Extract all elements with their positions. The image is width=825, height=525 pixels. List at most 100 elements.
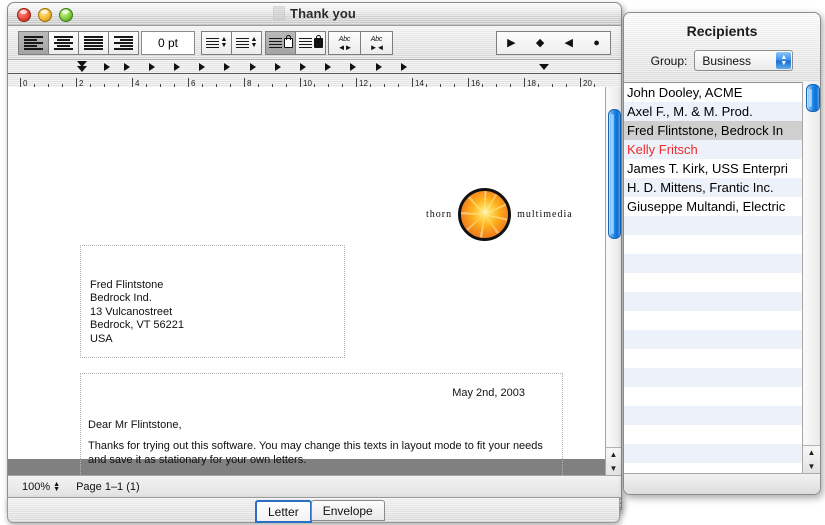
document-vertical-scrollbar[interactable]: ▲ ▼ — [605, 87, 621, 476]
ruler-tab-stop[interactable] — [199, 63, 206, 71]
tab-envelope[interactable]: Envelope — [310, 500, 385, 521]
lock-closed-icon — [298, 35, 323, 49]
ruler-right-indent[interactable] — [538, 64, 549, 70]
abc-contract-label: Abc — [370, 35, 383, 43]
recipients-scroll-arrows[interactable]: ▲ ▼ — [803, 445, 820, 474]
point-size-field[interactable]: 0 pt — [141, 31, 195, 55]
diamond-marker-icon[interactable]: ◆ — [536, 37, 544, 49]
ruler-tab-stop[interactable] — [148, 63, 155, 71]
record-dot-icon[interactable]: ● — [593, 37, 600, 49]
ruler-left-indent[interactable] — [76, 66, 87, 72]
tab-letter-label: Letter — [268, 504, 299, 519]
previous-record-icon[interactable]: ◀ — [565, 37, 573, 49]
letter-date: May 2nd, 2003 — [452, 387, 525, 399]
tab-group: Letter Envelope — [255, 500, 385, 523]
logo-right-word: multimedia — [517, 208, 573, 220]
recipients-scroll-track[interactable] — [804, 82, 820, 446]
abc-contract-button[interactable]: Abc ►◄ — [360, 31, 393, 55]
paragraph-spacing-icon: ▲ ▼ — [235, 36, 257, 49]
recipient-empty-row[interactable] — [624, 292, 802, 311]
close-button[interactable] — [17, 8, 31, 22]
recipients-header[interactable]: Recipients Group: Business ▲ ▼ — [624, 13, 820, 82]
document-canvas[interactable]: thorn multimedia Fred Flintstone Bedrock… — [8, 87, 621, 476]
ruler-tab-stop[interactable] — [104, 63, 110, 71]
address-line: USA — [90, 332, 113, 345]
zoom-button[interactable] — [59, 8, 73, 22]
align-left-button[interactable] — [18, 31, 49, 55]
recipient-empty-row[interactable] — [624, 311, 802, 330]
ruler-tab-stop[interactable] — [224, 63, 231, 71]
zoom-down-icon[interactable]: ▼ — [53, 486, 60, 493]
ruler-tab-stop[interactable] — [274, 63, 281, 71]
address-line: Bedrock, VT 56221 — [90, 319, 184, 332]
recipient-empty-row[interactable] — [624, 425, 802, 444]
document-icon — [273, 6, 286, 20]
ruler-tab-stop[interactable] — [400, 63, 407, 71]
align-justify-icon — [84, 36, 103, 50]
recipient-empty-row[interactable] — [624, 216, 802, 235]
zoom-stepper[interactable]: ▲ ▼ — [53, 481, 60, 493]
line-spacing-button[interactable]: ▲ ▼ — [201, 31, 232, 55]
ruler-tab-stop[interactable] — [300, 63, 306, 71]
align-center-button[interactable] — [48, 31, 79, 55]
align-justify-button[interactable] — [78, 31, 109, 55]
abc-expand-arrows-icon: ◄► — [337, 42, 353, 52]
window-titlebar[interactable]: Thank you — [8, 3, 621, 26]
ruler-tab-stop[interactable] — [325, 63, 332, 71]
line-spacing-icon: ▲ ▼ — [205, 36, 227, 49]
next-record-icon[interactable]: ▶ — [507, 37, 515, 49]
recipient-empty-row[interactable] — [624, 387, 802, 406]
scroll-thumb[interactable] — [608, 109, 621, 239]
recipient-empty-row[interactable] — [624, 330, 802, 349]
lock-open-button[interactable] — [265, 31, 296, 55]
recipient-row[interactable]: Kelly Fritsch — [624, 140, 802, 159]
recipients-scroll-thumb[interactable] — [806, 84, 820, 112]
recipient-row[interactable]: Fred Flintstone, Bedrock In — [624, 121, 802, 140]
recipients-footer — [624, 473, 820, 494]
recipients-scroll-down-icon[interactable]: ▼ — [808, 463, 816, 471]
ruler-tab-stops[interactable] — [8, 60, 621, 74]
recipients-list[interactable]: John Dooley, ACME Axel F., M. & M. Prod. F… — [624, 82, 803, 474]
recipient-row[interactable]: H. D. Mittens, Frantic Inc. — [624, 178, 802, 197]
minimize-button[interactable] — [38, 8, 52, 22]
recipient-empty-row[interactable] — [624, 254, 802, 273]
alignment-button-group — [18, 31, 139, 55]
abc-expand-button[interactable]: Abc ◄► — [328, 31, 361, 55]
recipient-empty-row[interactable] — [624, 235, 802, 254]
address-line: Fred Flintstone — [90, 279, 164, 291]
ruler-tab-stop[interactable] — [249, 63, 256, 71]
status-bar: 100% ▲ ▼ Page 1–1 (1) — [8, 475, 621, 498]
scroll-track[interactable] — [607, 87, 621, 448]
align-right-button[interactable] — [108, 31, 139, 55]
paragraph-spacing-button[interactable]: ▲ ▼ — [231, 31, 262, 55]
recipient-empty-row[interactable] — [624, 444, 802, 463]
scroll-up-icon[interactable]: ▲ — [610, 451, 618, 459]
page-indicator: Page 1–1 (1) — [76, 481, 140, 493]
recipient-empty-row[interactable] — [624, 273, 802, 292]
recipient-row[interactable]: James T. Kirk, USS Enterpri — [624, 159, 802, 178]
recipient-empty-row[interactable] — [624, 406, 802, 425]
screen: Thank you 0 pt ▲ ▼ ▲ ▼ Abc ◄► Abc ►◄ ▶ ◆… — [0, 0, 825, 525]
tab-letter[interactable]: Letter — [255, 500, 312, 523]
scroll-arrows[interactable]: ▲ ▼ — [606, 447, 621, 476]
ruler-tab-stop[interactable] — [375, 63, 382, 71]
recipients-scroll-up-icon[interactable]: ▲ — [808, 449, 816, 457]
lock-closed-button[interactable] — [295, 31, 326, 55]
recipient-empty-row[interactable] — [624, 368, 802, 387]
recipient-row[interactable]: Axel F., M. & M. Prod. — [624, 102, 802, 121]
recipient-row[interactable]: John Dooley, ACME — [624, 83, 802, 102]
scroll-down-icon[interactable]: ▼ — [610, 465, 618, 473]
group-selected-value: Business — [702, 53, 752, 68]
recipient-row[interactable]: Giuseppe Multandi, Electric — [624, 197, 802, 216]
ruler-tab-stop[interactable] — [123, 63, 130, 71]
recipient-empty-row[interactable] — [624, 349, 802, 368]
page[interactable]: thorn multimedia Fred Flintstone Bedrock… — [8, 87, 605, 476]
ruler-tab-stop[interactable] — [350, 63, 357, 71]
align-left-icon — [24, 36, 43, 50]
address-line: Bedrock Ind. — [90, 292, 152, 305]
zoom-level: 100% — [22, 481, 51, 493]
ruler[interactable]: 0 2 4 6 8 10 12 14 16 18 20 — [8, 60, 621, 89]
ruler-tab-stop[interactable] — [174, 63, 180, 71]
group-popup-button[interactable]: Business ▲ ▼ — [694, 50, 794, 71]
recipients-vertical-scrollbar[interactable]: ▲ ▼ — [802, 82, 820, 474]
